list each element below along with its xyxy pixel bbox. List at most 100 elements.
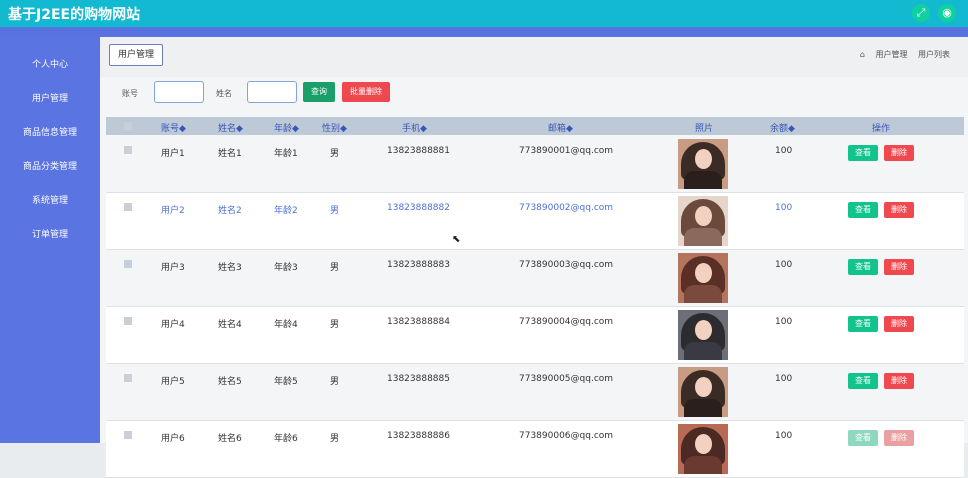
cell-account: 用户5 [161, 377, 185, 387]
cell-balance: 100 [775, 203, 793, 213]
cell-balance: 100 [775, 146, 793, 156]
user-photo [678, 367, 728, 417]
batch-delete-button[interactable]: 批量删除 [342, 82, 390, 102]
cell-name: 姓名5 [218, 377, 242, 387]
cell-name: 姓名1 [218, 149, 242, 159]
sidebar-item-product-info[interactable]: 商品信息管理 [0, 125, 100, 138]
breadcrumb-item-1[interactable]: 用户管理 [875, 50, 907, 59]
cell-phone: 13823888883 [387, 260, 450, 270]
cell-age: 年龄6 [274, 434, 298, 444]
row-checkbox[interactable] [124, 431, 132, 439]
cell-email: 773890002@qq.com [519, 203, 614, 213]
header-name[interactable]: 姓名◆ [218, 121, 243, 134]
app-title: 基于J2EE的购物网站 [8, 7, 141, 23]
row-checkbox[interactable] [124, 203, 132, 211]
view-button[interactable]: 查看 [848, 430, 878, 446]
cell-age: 年龄5 [274, 377, 298, 387]
header-balance[interactable]: 余额◆ [770, 121, 795, 134]
query-button[interactable]: 查询 [303, 82, 335, 102]
table-row: 用户4 姓名4 年龄4 男 13823888884 773890004@qq.c… [106, 307, 964, 364]
user-icon[interactable]: ◉ [938, 4, 956, 22]
name-label: 姓名 [216, 89, 232, 98]
cell-name: 姓名3 [218, 263, 242, 273]
view-button[interactable]: 查看 [848, 202, 878, 218]
account-input[interactable] [154, 81, 204, 103]
cell-email: 773890001@qq.com [519, 146, 614, 156]
view-button[interactable]: 查看 [848, 373, 878, 389]
select-all-checkbox[interactable] [124, 122, 132, 130]
cell-email: 773890004@qq.com [519, 317, 614, 327]
cell-gender: 男 [330, 263, 340, 273]
user-photo [678, 424, 728, 474]
cell-account: 用户4 [161, 320, 185, 330]
cell-email: 773890006@qq.com [519, 431, 614, 441]
header-gender[interactable]: 性别◆ [322, 121, 347, 134]
header-stripe [0, 27, 968, 37]
table-header: 账号◆ 姓名◆ 年龄◆ 性别◆ 手机◆ 邮箱◆ 照片 余额◆ 操作 [106, 117, 964, 135]
cell-balance: 100 [775, 431, 793, 441]
header-phone[interactable]: 手机◆ [402, 121, 427, 134]
header-account[interactable]: 账号◆ [161, 121, 186, 134]
delete-button[interactable]: 删除 [884, 373, 914, 389]
header-photo: 照片 [695, 124, 714, 134]
cell-email: 773890005@qq.com [519, 374, 614, 384]
delete-button[interactable]: 删除 [884, 259, 914, 275]
breadcrumb-item-2: 用户列表 [918, 50, 950, 59]
sidebar-item-personal-center[interactable]: 个人中心 [0, 57, 100, 70]
header-email[interactable]: 邮箱◆ [548, 121, 573, 134]
name-input[interactable] [247, 81, 297, 103]
cell-gender: 男 [330, 149, 340, 159]
sidebar-item-user-management[interactable]: 用户管理 [0, 91, 100, 104]
view-button[interactable]: 查看 [848, 259, 878, 275]
cell-age: 年龄3 [274, 263, 298, 273]
sidebar-item-product-category[interactable]: 商品分类管理 [0, 159, 100, 172]
view-button[interactable]: 查看 [848, 316, 878, 332]
sidebar-item-system[interactable]: 系统管理 [0, 193, 100, 206]
cell-phone: 13823888882 [387, 203, 450, 213]
sidebar: 个人中心 用户管理 商品信息管理 商品分类管理 系统管理 订单管理 [0, 37, 100, 443]
content-header: 用户管理 ⌂ 用户管理 用户列表 [100, 37, 968, 77]
user-photo [678, 253, 728, 303]
header-actions: 操作 [872, 124, 891, 134]
table-row: 用户2 姓名2 年龄2 男 13823888882 773890002@qq.c… [106, 193, 964, 250]
breadcrumb: ⌂ 用户管理 用户列表 [852, 49, 950, 60]
delete-button[interactable]: 删除 [884, 202, 914, 218]
cell-email: 773890003@qq.com [519, 260, 614, 270]
delete-button[interactable]: 删除 [884, 145, 914, 161]
user-photo [678, 139, 728, 189]
user-photo [678, 310, 728, 360]
delete-button[interactable]: 删除 [884, 316, 914, 332]
cell-phone: 13823888884 [387, 317, 450, 327]
table-row: 用户3 姓名3 年龄3 男 13823888883 773890003@qq.c… [106, 250, 964, 307]
row-checkbox[interactable] [124, 374, 132, 382]
home-icon[interactable]: ⌂ [860, 50, 865, 59]
cell-account: 用户1 [161, 149, 185, 159]
cell-balance: 100 [775, 317, 793, 327]
expand-icon[interactable]: ⤢ [912, 4, 930, 22]
cell-gender: 男 [330, 320, 340, 330]
row-checkbox[interactable] [124, 317, 132, 325]
cell-account: 用户6 [161, 434, 185, 444]
row-checkbox[interactable] [124, 146, 132, 154]
cell-age: 年龄2 [274, 206, 298, 216]
cell-name: 姓名4 [218, 320, 242, 330]
cell-age: 年龄1 [274, 149, 298, 159]
table-row: 用户6 姓名6 年龄6 男 13823888886 773890006@qq.c… [106, 421, 964, 478]
account-label: 账号 [122, 89, 138, 98]
view-button[interactable]: 查看 [848, 145, 878, 161]
search-bar: 账号 姓名 查询 批量删除 [100, 79, 968, 115]
cell-phone: 13823888886 [387, 431, 450, 441]
sidebar-item-orders[interactable]: 订单管理 [0, 227, 100, 240]
cell-name: 姓名6 [218, 434, 242, 444]
header-age[interactable]: 年龄◆ [274, 121, 299, 134]
pointer-cursor-icon: ⬉ [452, 234, 461, 245]
cell-gender: 男 [330, 377, 340, 387]
cell-account: 用户2 [161, 206, 185, 216]
cell-phone: 13823888885 [387, 374, 450, 384]
cell-age: 年龄4 [274, 320, 298, 330]
tab-user-management[interactable]: 用户管理 [109, 44, 163, 66]
cell-phone: 13823888881 [387, 146, 450, 156]
row-checkbox[interactable] [124, 260, 132, 268]
delete-button[interactable]: 删除 [884, 430, 914, 446]
cell-balance: 100 [775, 260, 793, 270]
